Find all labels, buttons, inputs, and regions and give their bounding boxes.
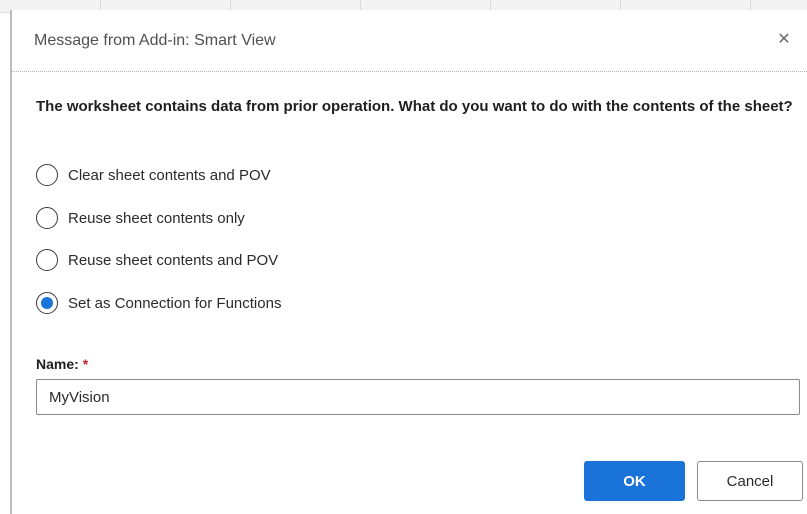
radio-unchecked-icon[interactable] bbox=[36, 164, 58, 186]
radio-checked-icon[interactable] bbox=[36, 292, 58, 314]
name-input[interactable] bbox=[36, 379, 800, 415]
option-label: Clear sheet contents and POV bbox=[68, 166, 271, 184]
dialog-title: Message from Add-in: Smart View bbox=[34, 32, 276, 49]
close-icon[interactable]: ✕ bbox=[771, 26, 797, 52]
dialog-question: The worksheet contains data from prior o… bbox=[36, 98, 793, 115]
option-reuse-sheet-contents-only[interactable]: Reuse sheet contents only bbox=[36, 205, 245, 231]
cancel-button[interactable]: Cancel bbox=[697, 461, 803, 501]
option-set-as-connection-for-functions[interactable]: Set as Connection for Functions bbox=[36, 290, 281, 316]
radio-selected-dot bbox=[41, 297, 53, 309]
option-clear-sheet-contents-and-pov[interactable]: Clear sheet contents and POV bbox=[36, 162, 271, 188]
required-marker: * bbox=[82, 356, 89, 372]
radio-unchecked-icon[interactable] bbox=[36, 249, 58, 271]
option-label: Reuse sheet contents only bbox=[68, 209, 245, 227]
option-label: Reuse sheet contents and POV bbox=[68, 251, 279, 269]
option-label: Set as Connection for Functions bbox=[68, 294, 282, 312]
smart-view-dialog: Message from Add-in: Smart View ✕ The wo… bbox=[10, 10, 807, 514]
ok-button[interactable]: OK bbox=[584, 461, 685, 501]
name-field-label: Name: * bbox=[36, 356, 88, 372]
radio-unchecked-icon[interactable] bbox=[36, 207, 58, 229]
name-label-text: Name: bbox=[36, 356, 79, 372]
option-reuse-sheet-contents-and-pov[interactable]: Reuse sheet contents and POV bbox=[36, 247, 278, 273]
dialog-titlebar: Message from Add-in: Smart View ✕ bbox=[12, 10, 807, 72]
